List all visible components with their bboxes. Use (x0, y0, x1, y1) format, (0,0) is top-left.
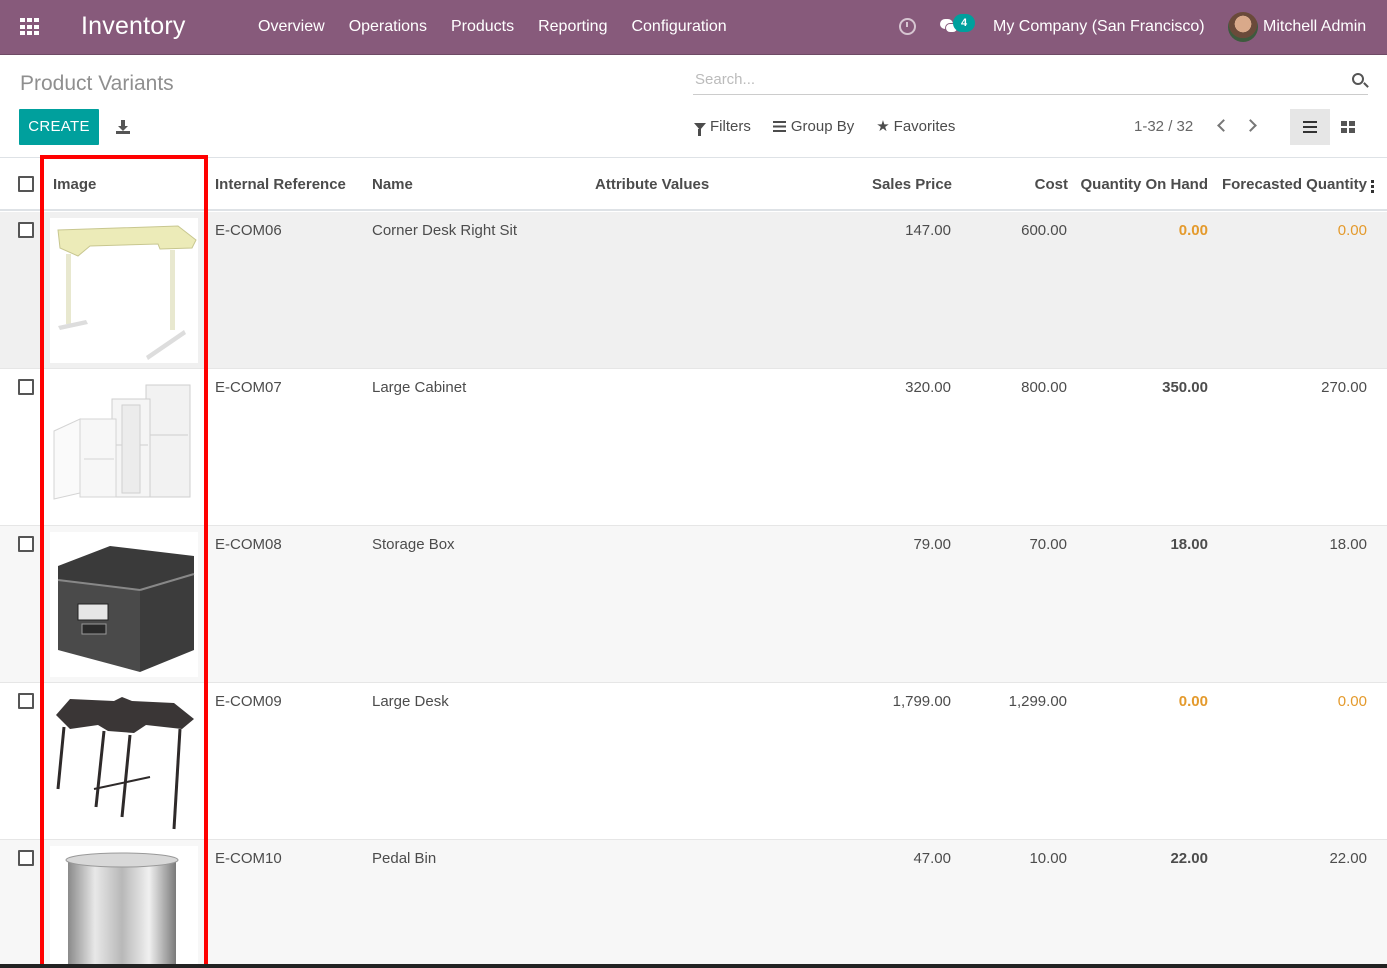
row-name: Large Cabinet (372, 379, 467, 396)
row-cost: 10.00 (1029, 850, 1067, 867)
row-quantity-on-hand: 18.00 (1170, 536, 1208, 553)
row-forecasted-quantity: 18.00 (1329, 536, 1367, 553)
table-row[interactable]: E-COM08 Storage Box 79.00 70.00 18.00 18… (0, 526, 1387, 683)
row-name: Pedal Bin (372, 850, 437, 867)
favorites-button[interactable]: ★ Favorites (876, 118, 955, 135)
row-internal-reference: E-COM08 (215, 536, 282, 553)
table-row[interactable]: E-COM06 Corner Desk Right Sit 147.00 600… (0, 212, 1387, 369)
row-sales-price: 320.00 (905, 379, 951, 396)
row-sales-price: 1,799.00 (892, 693, 951, 710)
menu-item-overview[interactable]: Overview (258, 18, 325, 36)
row-internal-reference: E-COM07 (215, 379, 282, 396)
kanban-view-icon[interactable] (1341, 121, 1355, 133)
row-name: Large Desk (372, 693, 449, 710)
row-forecasted-quantity: 270.00 (1321, 379, 1367, 396)
group-by-icon (772, 121, 786, 132)
page-title: Product Variants (20, 72, 174, 95)
header-attribute-values[interactable]: Attribute Values (595, 176, 709, 193)
chat-count-badge: 4 (953, 14, 975, 32)
favorites-label: Favorites (893, 118, 956, 135)
filters-button[interactable]: Filters (694, 118, 751, 136)
pager-next-icon[interactable] (1244, 119, 1257, 132)
row-sales-price: 79.00 (913, 536, 951, 553)
row-cost: 70.00 (1029, 536, 1067, 553)
app-brand[interactable]: Inventory (81, 12, 186, 41)
product-image-corner-desk (50, 218, 198, 363)
header-internal-reference[interactable]: Internal Reference (215, 176, 346, 193)
header-cost[interactable]: Cost (1035, 176, 1068, 193)
user-avatar[interactable] (1228, 12, 1258, 42)
user-menu[interactable]: Mitchell Admin (1263, 18, 1366, 36)
row-checkbox[interactable] (18, 693, 34, 709)
product-image-large-desk (50, 689, 198, 834)
row-forecasted-quantity: 0.00 (1337, 693, 1367, 710)
list-view-button[interactable] (1290, 109, 1330, 145)
row-forecasted-quantity: 22.00 (1329, 850, 1367, 867)
table-row[interactable]: E-COM10 Pedal Bin 47.00 10.00 22.00 22.0… (0, 840, 1387, 968)
row-cost: 1,299.00 (1008, 693, 1067, 710)
group-by-label: Group By (790, 118, 855, 135)
row-name: Corner Desk Right Sit (372, 222, 518, 239)
product-image-cabinet (50, 375, 198, 520)
table-header: Image Internal Reference Name Attribute … (0, 158, 1387, 211)
product-image-pedal-bin (50, 846, 198, 968)
star-icon: ★ (876, 118, 890, 135)
search-icon[interactable] (1352, 73, 1364, 85)
bottom-edge (0, 964, 1387, 968)
main-menu: Overview Operations Products Reporting C… (258, 18, 751, 36)
row-cost: 600.00 (1021, 222, 1067, 239)
group-by-button[interactable]: Group By (772, 118, 855, 135)
download-icon[interactable] (116, 120, 130, 134)
apps-menu-icon[interactable] (20, 18, 40, 36)
top-navbar: Inventory Overview Operations Products R… (0, 0, 1387, 55)
header-image[interactable]: Image (53, 176, 96, 193)
header-quantity-on-hand[interactable]: Quantity On Hand (1081, 176, 1209, 193)
activity-clock-icon[interactable] (899, 18, 916, 35)
header-name[interactable]: Name (372, 176, 413, 193)
row-checkbox[interactable] (18, 222, 34, 238)
column-settings-icon[interactable] (1371, 180, 1374, 193)
menu-item-operations[interactable]: Operations (349, 18, 427, 36)
search-input[interactable] (695, 71, 1335, 88)
row-quantity-on-hand: 350.00 (1162, 379, 1208, 396)
filters-label: Filters (710, 118, 751, 135)
menu-item-configuration[interactable]: Configuration (631, 18, 726, 36)
row-forecasted-quantity: 0.00 (1337, 222, 1367, 239)
table-row[interactable]: E-COM07 Large Cabinet 320.00 800.00 350.… (0, 369, 1387, 526)
pager-value[interactable]: 1-32 / 32 (1134, 118, 1193, 135)
row-sales-price: 147.00 (905, 222, 951, 239)
row-checkbox[interactable] (18, 850, 34, 866)
row-quantity-on-hand: 0.00 (1178, 222, 1208, 239)
pager-previous-icon[interactable] (1217, 119, 1230, 132)
row-internal-reference: E-COM09 (215, 693, 282, 710)
search-options: Filters Group By ★ Favorites (694, 118, 977, 136)
select-all-checkbox[interactable] (18, 176, 34, 192)
table-row[interactable]: E-COM09 Large Desk 1,799.00 1,299.00 0.0… (0, 683, 1387, 840)
row-internal-reference: E-COM10 (215, 850, 282, 867)
row-quantity-on-hand: 22.00 (1170, 850, 1208, 867)
row-checkbox[interactable] (18, 536, 34, 552)
row-checkbox[interactable] (18, 379, 34, 395)
row-cost: 800.00 (1021, 379, 1067, 396)
row-quantity-on-hand: 0.00 (1178, 693, 1208, 710)
header-sales-price[interactable]: Sales Price (872, 176, 952, 193)
menu-item-products[interactable]: Products (451, 18, 514, 36)
menu-item-reporting[interactable]: Reporting (538, 18, 607, 36)
create-button[interactable]: CREATE (19, 109, 99, 145)
company-switcher[interactable]: My Company (San Francisco) (993, 18, 1205, 36)
filter-icon (694, 123, 706, 136)
row-internal-reference: E-COM06 (215, 222, 282, 239)
product-image-storage-box (50, 532, 198, 677)
row-name: Storage Box (372, 536, 455, 553)
search-bar (693, 67, 1368, 95)
header-forecasted-quantity[interactable]: Forecasted Quantity (1222, 176, 1367, 193)
row-sales-price: 47.00 (913, 850, 951, 867)
